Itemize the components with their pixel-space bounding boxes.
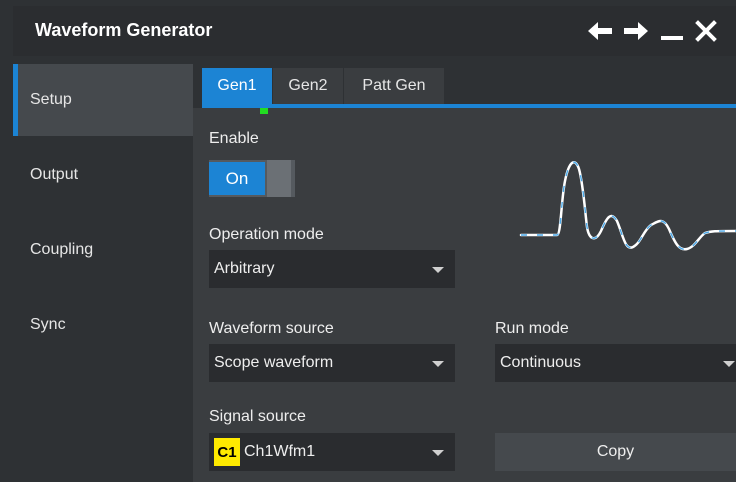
sidebar-item-sync[interactable]: Sync <box>13 289 193 361</box>
arrow-left-icon[interactable] <box>585 16 615 46</box>
sidebar-item-setup[interactable]: Setup <box>13 64 193 136</box>
dropdown-value: Ch1Wfm1 <box>244 443 316 460</box>
waveform-source-label: Waveform source <box>209 320 334 337</box>
dialog-title: Waveform Generator <box>35 20 213 40</box>
sidebar-item-label: Sync <box>30 316 66 333</box>
sidebar-item-label: Coupling <box>30 241 94 258</box>
tab-label: Patt Gen <box>362 77 426 94</box>
title-bar: Waveform Generator <box>13 6 736 56</box>
chevron-down-icon <box>432 267 444 273</box>
tab-gen2[interactable]: Gen2 <box>273 68 343 104</box>
run-mode-dropdown[interactable]: Continuous <box>495 344 736 382</box>
operation-mode-dropdown[interactable]: Arbitrary <box>209 250 455 288</box>
enable-label: Enable <box>209 130 259 147</box>
active-indicator <box>13 64 18 136</box>
copy-button[interactable]: Copy <box>495 433 736 471</box>
sidebar: Setup Output Coupling Sync <box>13 56 193 482</box>
waveform-source-dropdown[interactable]: Scope waveform <box>209 344 455 382</box>
chevron-down-icon <box>432 450 444 456</box>
sidebar-item-label: Setup <box>30 91 72 108</box>
toggle-knob <box>267 160 291 197</box>
tab-patt-gen[interactable]: Patt Gen <box>344 68 444 104</box>
signal-source-dropdown[interactable]: C1 Ch1Wfm1 <box>209 433 455 471</box>
dropdown-value: Scope waveform <box>214 354 334 371</box>
close-icon[interactable] <box>691 16 721 46</box>
dropdown-value: Continuous <box>500 354 581 371</box>
setup-panel: Gen1 Gen2 Patt Gen Enable On Operation m… <box>193 56 736 482</box>
run-mode-label: Run mode <box>495 320 569 337</box>
tab-label: Gen2 <box>288 77 328 94</box>
tab-strip: Gen1 Gen2 Patt Gen <box>193 56 736 114</box>
channel-1-badge: C1 <box>214 438 240 466</box>
sidebar-item-coupling[interactable]: Coupling <box>13 214 193 286</box>
operation-mode-label: Operation mode <box>209 226 324 243</box>
enable-toggle-value: On <box>209 162 265 195</box>
enable-toggle[interactable]: On <box>209 160 295 197</box>
dropdown-value: Arbitrary <box>214 260 275 277</box>
signal-source-label: Signal source <box>209 408 306 425</box>
minimize-icon[interactable] <box>657 16 687 46</box>
chevron-down-icon <box>723 361 735 367</box>
sidebar-item-output[interactable]: Output <box>13 139 193 211</box>
arrow-right-icon[interactable] <box>621 16 651 46</box>
waveform-generator-dialog: Waveform Generator Setup Output Coupling… <box>13 6 736 482</box>
sidebar-item-label: Output <box>30 166 79 183</box>
tab-underline <box>202 104 736 108</box>
tab-label: Gen1 <box>217 77 257 94</box>
chevron-down-icon <box>432 361 444 367</box>
arbitrary-waveform-preview-icon <box>519 161 736 251</box>
tab-gen1[interactable]: Gen1 <box>202 68 272 114</box>
